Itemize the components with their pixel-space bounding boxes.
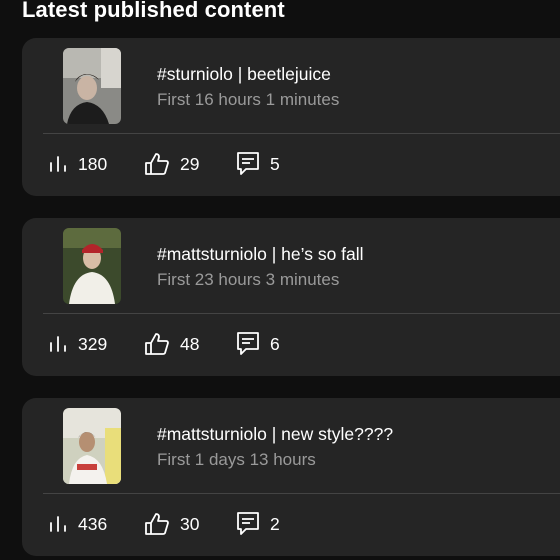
comments-count: 5 — [270, 153, 280, 174]
likes-stat: 48 — [144, 326, 199, 362]
comments-count: 2 — [270, 513, 280, 534]
comment-icon — [236, 151, 260, 177]
video-thumbnail[interactable] — [63, 48, 121, 124]
post-title[interactable]: #mattsturniolo | he’s so fall — [157, 244, 364, 265]
bar-chart-icon — [48, 514, 68, 534]
comments-stat: 5 — [236, 146, 280, 182]
bar-chart-icon — [48, 154, 68, 174]
comments-stat: 2 — [236, 506, 280, 542]
post-stats: 436 30 2 — [22, 506, 560, 542]
post-title[interactable]: #mattsturniolo | new style???? — [157, 424, 393, 445]
divider — [43, 133, 560, 134]
comments-count: 6 — [270, 333, 280, 354]
comment-icon — [236, 511, 260, 537]
video-thumbnail[interactable] — [63, 408, 121, 484]
thumbs-up-icon — [144, 332, 170, 356]
post-age: First 1 days 13 hours — [157, 450, 316, 469]
divider — [43, 313, 560, 314]
comments-stat: 6 — [236, 326, 280, 362]
post-stats: 329 48 6 — [22, 326, 560, 362]
post-title[interactable]: #sturniolo | beetlejuice — [157, 64, 331, 85]
views-count: 180 — [78, 153, 108, 174]
content-card[interactable]: #sturniolo | beetlejuice First 16 hours … — [22, 38, 560, 196]
views-stat: 329 — [48, 326, 107, 362]
divider — [43, 493, 560, 494]
post-age: First 16 hours 1 minutes — [157, 90, 340, 109]
views-count: 436 — [78, 513, 108, 534]
post-stats: 180 29 5 — [22, 146, 560, 182]
thumbs-up-icon — [144, 152, 170, 176]
content-card[interactable]: #mattsturniolo | he’s so fall First 23 h… — [22, 218, 560, 376]
section-title: Latest published content — [22, 0, 285, 22]
likes-count: 48 — [180, 333, 200, 354]
likes-count: 29 — [180, 153, 200, 174]
content-card[interactable]: #mattsturniolo | new style???? First 1 d… — [22, 398, 560, 556]
likes-count: 30 — [180, 513, 200, 534]
thumbs-up-icon — [144, 512, 170, 536]
comment-icon — [236, 331, 260, 357]
views-stat: 436 — [48, 506, 107, 542]
likes-stat: 29 — [144, 146, 199, 182]
bar-chart-icon — [48, 334, 68, 354]
likes-stat: 30 — [144, 506, 199, 542]
views-count: 329 — [78, 333, 108, 354]
post-age: First 23 hours 3 minutes — [157, 270, 340, 289]
video-thumbnail[interactable] — [63, 228, 121, 304]
views-stat: 180 — [48, 146, 107, 182]
